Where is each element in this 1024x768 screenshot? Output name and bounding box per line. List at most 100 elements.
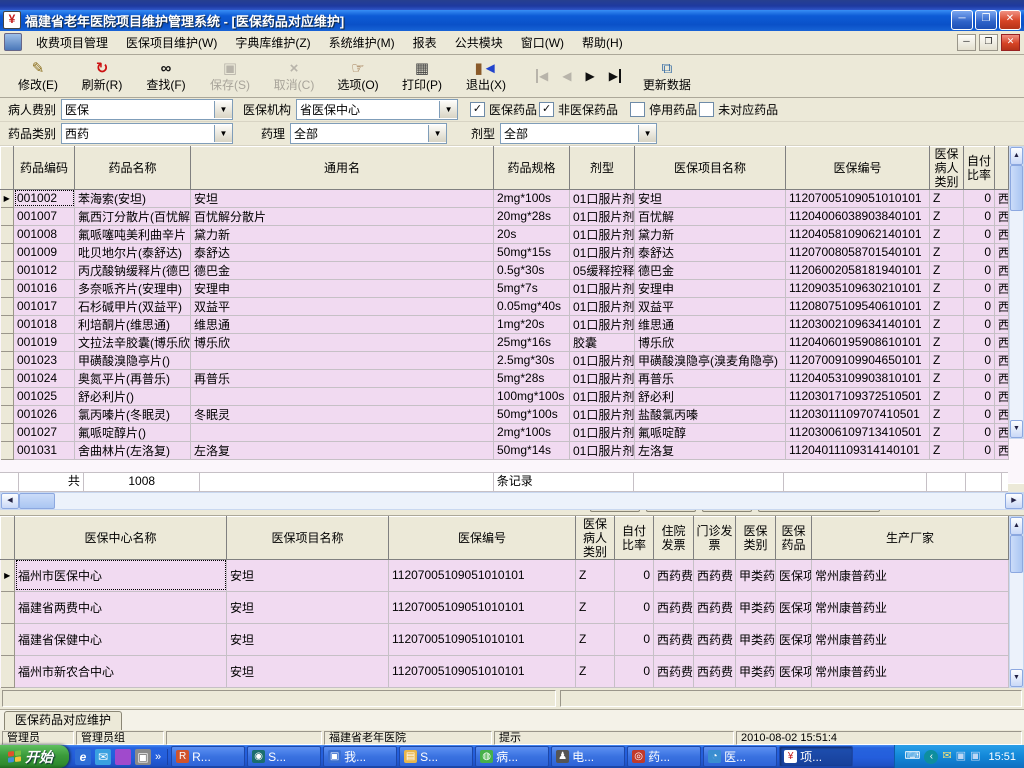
table-row[interactable]: ▶ 001002 苯海索(安坦) 安坦 2mg*100s 01口服片剂 安坦 11207005… (0, 189, 1009, 208)
cell[interactable]: 盐酸氯丙嗪 (634, 405, 786, 424)
cell[interactable]: 0 (963, 297, 995, 316)
cell[interactable]: Z (929, 189, 964, 208)
checkbox-non-insured-drug[interactable]: ✓ 非医保药品 (539, 101, 618, 118)
mail-app-icon[interactable]: ✉ (95, 748, 111, 765)
menu-help[interactable]: 帮助(H) (574, 31, 631, 54)
table-row[interactable]: 001007 氟西汀分散片(百忧解 百忧解分散片 20mg*28s 01口服片剂 百忧解 1… (0, 207, 1009, 226)
row-selector[interactable] (0, 623, 15, 656)
cell[interactable]: 安坦 (634, 189, 786, 208)
col-insurance-code[interactable]: 医保编号 (785, 145, 930, 190)
cell[interactable]: 苯海索(安坦) (74, 189, 191, 208)
cell[interactable]: 百忧解分散片 (190, 207, 494, 226)
cell[interactable]: Z (929, 297, 964, 316)
cell[interactable]: 安坦 (226, 559, 389, 592)
menu-dictionary[interactable]: 字典库维护(Z) (227, 31, 318, 54)
cell[interactable]: 舒必利片() (74, 387, 191, 406)
cell[interactable]: 德巴金 (190, 261, 494, 280)
cell[interactable]: 西药费 (693, 559, 736, 592)
cell[interactable]: Z (929, 333, 964, 352)
menu-insurance-maintenance[interactable]: 医保项目维护(W) (118, 31, 225, 54)
cell[interactable]: 博乐欣 (634, 333, 786, 352)
cell[interactable]: 001027 (13, 423, 75, 442)
row-selector[interactable] (0, 655, 15, 688)
taskbar-task-button[interactable]: R R... (171, 746, 246, 768)
cell[interactable]: 001007 (13, 207, 75, 226)
cell[interactable]: 0 (963, 279, 995, 298)
cell[interactable]: 再普乐 (634, 369, 786, 388)
taskbar-task-button[interactable]: ◉ S... (247, 746, 322, 768)
cell[interactable]: 25mg*16s (493, 333, 570, 352)
cell[interactable]: 西 (994, 243, 1009, 262)
table-row[interactable]: 001031 舍曲林片(左洛复) 左洛复 50mg*14s 01口服片剂 左洛复 11204… (0, 441, 1009, 460)
cell[interactable]: 西 (994, 225, 1009, 244)
taskbar-task-button[interactable]: ◎ 药... (627, 746, 702, 768)
cell[interactable]: 常州康普药业 (811, 591, 1009, 624)
drug-class-select[interactable]: 西药 ▼ (61, 122, 234, 144)
cell[interactable]: 医保项 (775, 623, 812, 656)
cell[interactable]: 2.5mg*30s (493, 351, 570, 370)
cell[interactable]: 医保项 (775, 655, 812, 688)
maximize-button-icon[interactable]: ❐ (975, 10, 997, 31)
cell[interactable]: 福建省两费中心 (14, 591, 227, 624)
modify-button[interactable]: ✎ 修改(E) (6, 55, 70, 97)
cell[interactable]: 50mg*15s (493, 243, 570, 262)
cell[interactable]: 2mg*100s (493, 189, 570, 208)
cell[interactable]: 50mg*100s (493, 405, 570, 424)
cell[interactable]: Z (929, 315, 964, 334)
minimize-button-icon[interactable]: ─ (951, 10, 973, 31)
cell[interactable]: 西 (994, 405, 1009, 424)
cell[interactable]: 11207009109904650101 (785, 351, 930, 370)
cell[interactable]: 0 (963, 369, 995, 388)
cell[interactable]: 0 (614, 655, 654, 688)
cell[interactable]: 11204053109903810101 (785, 369, 930, 388)
col-insurance-code[interactable]: 医保编号 (388, 515, 576, 560)
cell[interactable]: 西 (994, 297, 1009, 316)
checkbox-unchecked-icon[interactable] (630, 101, 646, 117)
cell[interactable]: 博乐欣 (190, 333, 494, 352)
cell[interactable]: 11207005109051010101 (388, 559, 576, 592)
cell[interactable]: 常州康普药业 (811, 559, 1009, 592)
cell[interactable]: 西 (994, 279, 1009, 298)
menu-charge-items[interactable]: 收费项目管理 (28, 31, 116, 54)
row-selector[interactable] (0, 387, 14, 406)
row-selector[interactable] (0, 315, 14, 334)
menu-window[interactable]: 窗口(W) (513, 31, 572, 54)
cell[interactable]: 西药费 (693, 655, 736, 688)
cell[interactable]: 德巴金 (634, 261, 786, 280)
exit-button[interactable]: ▮◄ 退出(X) (454, 55, 518, 97)
table-row[interactable]: 001008 氟哌噻吨美利曲辛片 黛力新 20s 01口服片剂 黛力新 1120405810… (0, 225, 1009, 244)
cell[interactable]: 11203002109634140101 (785, 315, 930, 334)
row-selector[interactable] (0, 207, 14, 226)
cell[interactable]: Z (929, 369, 964, 388)
cell[interactable]: 西 (994, 423, 1009, 442)
menu-common-modules[interactable]: 公共模块 (447, 31, 511, 54)
cell[interactable]: 11203006109713410501 (785, 423, 930, 442)
checkbox-checked-icon[interactable]: ✓ (539, 101, 555, 117)
cell[interactable]: 甲类药 (735, 655, 776, 688)
cell[interactable]: 001031 (13, 441, 75, 460)
calculator-icon[interactable]: ▣ (135, 748, 151, 765)
row-selector[interactable] (0, 369, 14, 388)
checkbox-disabled-drug[interactable]: 停用药品 (630, 101, 697, 118)
cell[interactable]: 20mg*28s (493, 207, 570, 226)
cell[interactable]: 0 (614, 591, 654, 624)
menu-reports[interactable]: 报表 (405, 31, 445, 54)
cell[interactable]: 安坦 (226, 623, 389, 656)
cell[interactable]: 左洛复 (634, 441, 786, 460)
row-selector[interactable] (0, 405, 14, 424)
cell[interactable]: 安理申 (190, 279, 494, 298)
find-button[interactable]: ∞ 查找(F) (134, 55, 198, 97)
scrollbar-thumb[interactable] (1010, 164, 1023, 211)
table-row[interactable]: 001017 石杉碱甲片(双益平) 双益平 0.05mg*40s 01口服片剂 双益平 11… (0, 297, 1009, 316)
cell[interactable] (190, 387, 494, 406)
cell[interactable]: 001019 (13, 333, 75, 352)
cell[interactable]: Z (929, 441, 964, 460)
col-spec[interactable]: 药品规格 (493, 145, 570, 190)
cell[interactable]: 舒必利 (634, 387, 786, 406)
checkbox-unmatched-drug[interactable]: 未对应药品 (699, 101, 778, 118)
insurance-org-select[interactable]: 省医保中心 ▼ (296, 98, 459, 120)
cell[interactable]: 001017 (13, 297, 75, 316)
quick-launch-overflow-icon[interactable]: » (155, 751, 161, 763)
scroll-down-icon[interactable]: ▼ (1010, 668, 1023, 687)
cell[interactable]: 001002 (13, 189, 75, 208)
